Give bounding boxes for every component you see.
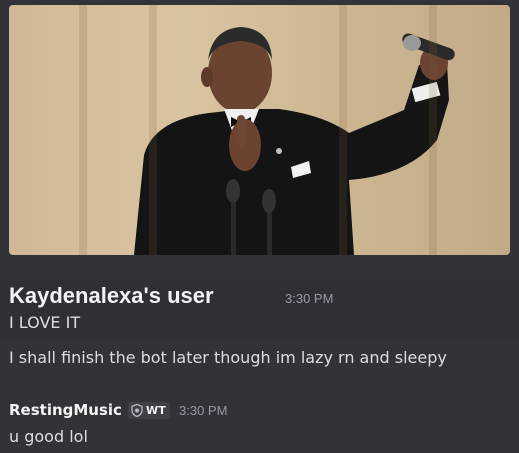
- message-header: RestingMusic WT 3:30 PM: [9, 400, 227, 420]
- message-text: u good lol: [9, 427, 88, 446]
- message-timestamp[interactable]: 3:30 PM: [285, 291, 333, 306]
- message-text: I shall finish the bot later though im l…: [9, 348, 447, 367]
- server-tag[interactable]: WT: [127, 401, 170, 419]
- server-tag-label: WT: [145, 403, 166, 417]
- message-author[interactable]: RestingMusic: [9, 401, 122, 419]
- image-attachment[interactable]: [9, 5, 510, 255]
- message-author[interactable]: Kaydenalexa's user: [9, 283, 214, 309]
- message-text: I LOVE IT: [9, 313, 81, 332]
- chat-view: Kaydenalexa's user 3:30 PM I LOVE IT I s…: [0, 0, 519, 453]
- message-timestamp[interactable]: 3:30 PM: [179, 403, 227, 418]
- shield-icon: [131, 403, 143, 417]
